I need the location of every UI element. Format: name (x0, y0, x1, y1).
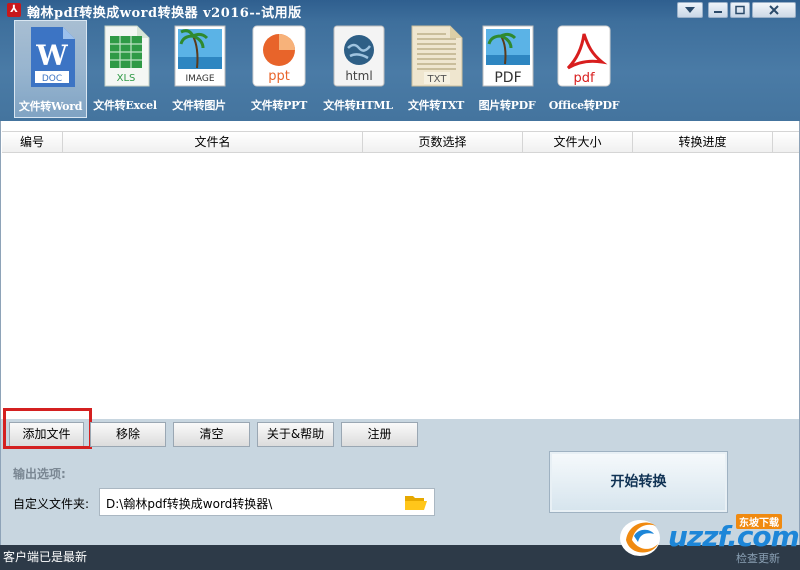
html-icon: html (333, 25, 385, 87)
tab-label: 文件转Excel (93, 99, 157, 112)
close-icon (769, 5, 779, 15)
pdf-from-image-icon: PDF (482, 25, 534, 87)
tab-file-to-word[interactable]: W DOC 文件转Word (14, 20, 87, 118)
svg-text:TXT: TXT (427, 74, 448, 85)
watermark: uzzf.com 东坡下载 (616, 510, 800, 558)
output-options-label: 输出选项: (13, 467, 66, 481)
minimize-button[interactable] (708, 2, 728, 18)
watermark-subtitle: 东坡下载 (736, 514, 782, 529)
minimize-icon (714, 11, 722, 13)
tab-label: 文件转Word (18, 100, 83, 113)
column-header-size[interactable]: 文件大小 (523, 132, 633, 153)
column-header-filename[interactable]: 文件名 (63, 132, 363, 153)
tab-label: Office转PDF (548, 99, 620, 112)
pdf-app-icon: ⅄ (7, 3, 21, 17)
svg-text:html: html (345, 69, 372, 83)
remove-button[interactable]: 移除 (90, 422, 166, 447)
dropdown-menu-button[interactable] (677, 2, 703, 18)
svg-text:ppt: ppt (268, 69, 290, 84)
tab-label: 文件转TXT (407, 99, 465, 112)
maximize-icon (735, 5, 745, 15)
svg-text:pdf: pdf (573, 71, 595, 86)
start-convert-button[interactable]: 开始转换 (549, 451, 728, 513)
tab-file-to-ppt[interactable]: ppt 文件转PPT (244, 20, 314, 118)
column-header-progress[interactable]: 转换进度 (633, 132, 773, 153)
close-button[interactable] (752, 2, 796, 18)
svg-text:IMAGE: IMAGE (185, 74, 214, 84)
svg-text:XLS: XLS (117, 73, 136, 84)
txt-icon: TXT (411, 25, 463, 87)
tab-label: 文件转图片 (172, 99, 226, 112)
clear-button[interactable]: 清空 (173, 422, 250, 447)
register-button[interactable]: 注册 (341, 422, 418, 447)
table-header: 编号 文件名 页数选择 文件大小 转换进度 (2, 131, 799, 153)
svg-text:W: W (35, 39, 68, 72)
word-doc-icon: W DOC (30, 27, 75, 87)
tab-label: 文件转PPT (251, 99, 307, 112)
acrobat-pdf-icon: pdf (557, 25, 611, 87)
about-help-button[interactable]: 关于&帮助 (257, 422, 334, 447)
status-text: 客户端已是最新 (3, 550, 88, 564)
column-header-index[interactable]: 编号 (2, 132, 63, 153)
image-icon: IMAGE (174, 25, 226, 87)
tab-file-to-html[interactable]: html 文件转HTML (322, 20, 394, 118)
column-header-pages[interactable]: 页数选择 (363, 132, 523, 153)
chevron-down-icon (685, 7, 695, 13)
window-title: 翰林pdf转换成word转换器 v2016--试用版 (27, 6, 302, 21)
tab-file-to-txt[interactable]: TXT 文件转TXT (402, 20, 470, 118)
tab-label: 文件转HTML (323, 99, 393, 112)
svg-text:PDF: PDF (494, 70, 521, 86)
tab-file-to-excel[interactable]: XLS 文件转Excel (87, 20, 163, 118)
svg-text:DOC: DOC (41, 74, 61, 84)
output-folder-field[interactable]: D:\翰林pdf转换成word转换器\ (99, 488, 435, 516)
tab-label: 图片转PDF (478, 99, 536, 112)
file-list-table[interactable]: 编号 文件名 页数选择 文件大小 转换进度 (0, 121, 800, 419)
tab-image-to-pdf[interactable]: PDF 图片转PDF (473, 20, 541, 118)
title-and-toolbar: ⅄ 翰林pdf转换成word转换器 v2016--试用版 W DOC 文件转Wo… (0, 0, 800, 121)
output-folder-path: D:\翰林pdf转换成word转换器\ (106, 497, 273, 511)
excel-xls-icon: XLS (104, 25, 150, 87)
tab-file-to-image[interactable]: IMAGE 文件转图片 (164, 20, 234, 118)
highlight-box (3, 408, 92, 449)
ppt-icon: ppt (252, 25, 306, 87)
tab-office-to-pdf[interactable]: pdf Office转PDF (545, 20, 623, 118)
folder-icon[interactable] (404, 493, 428, 511)
maximize-button[interactable] (730, 2, 750, 18)
custom-folder-label: 自定义文件夹: (13, 497, 90, 511)
